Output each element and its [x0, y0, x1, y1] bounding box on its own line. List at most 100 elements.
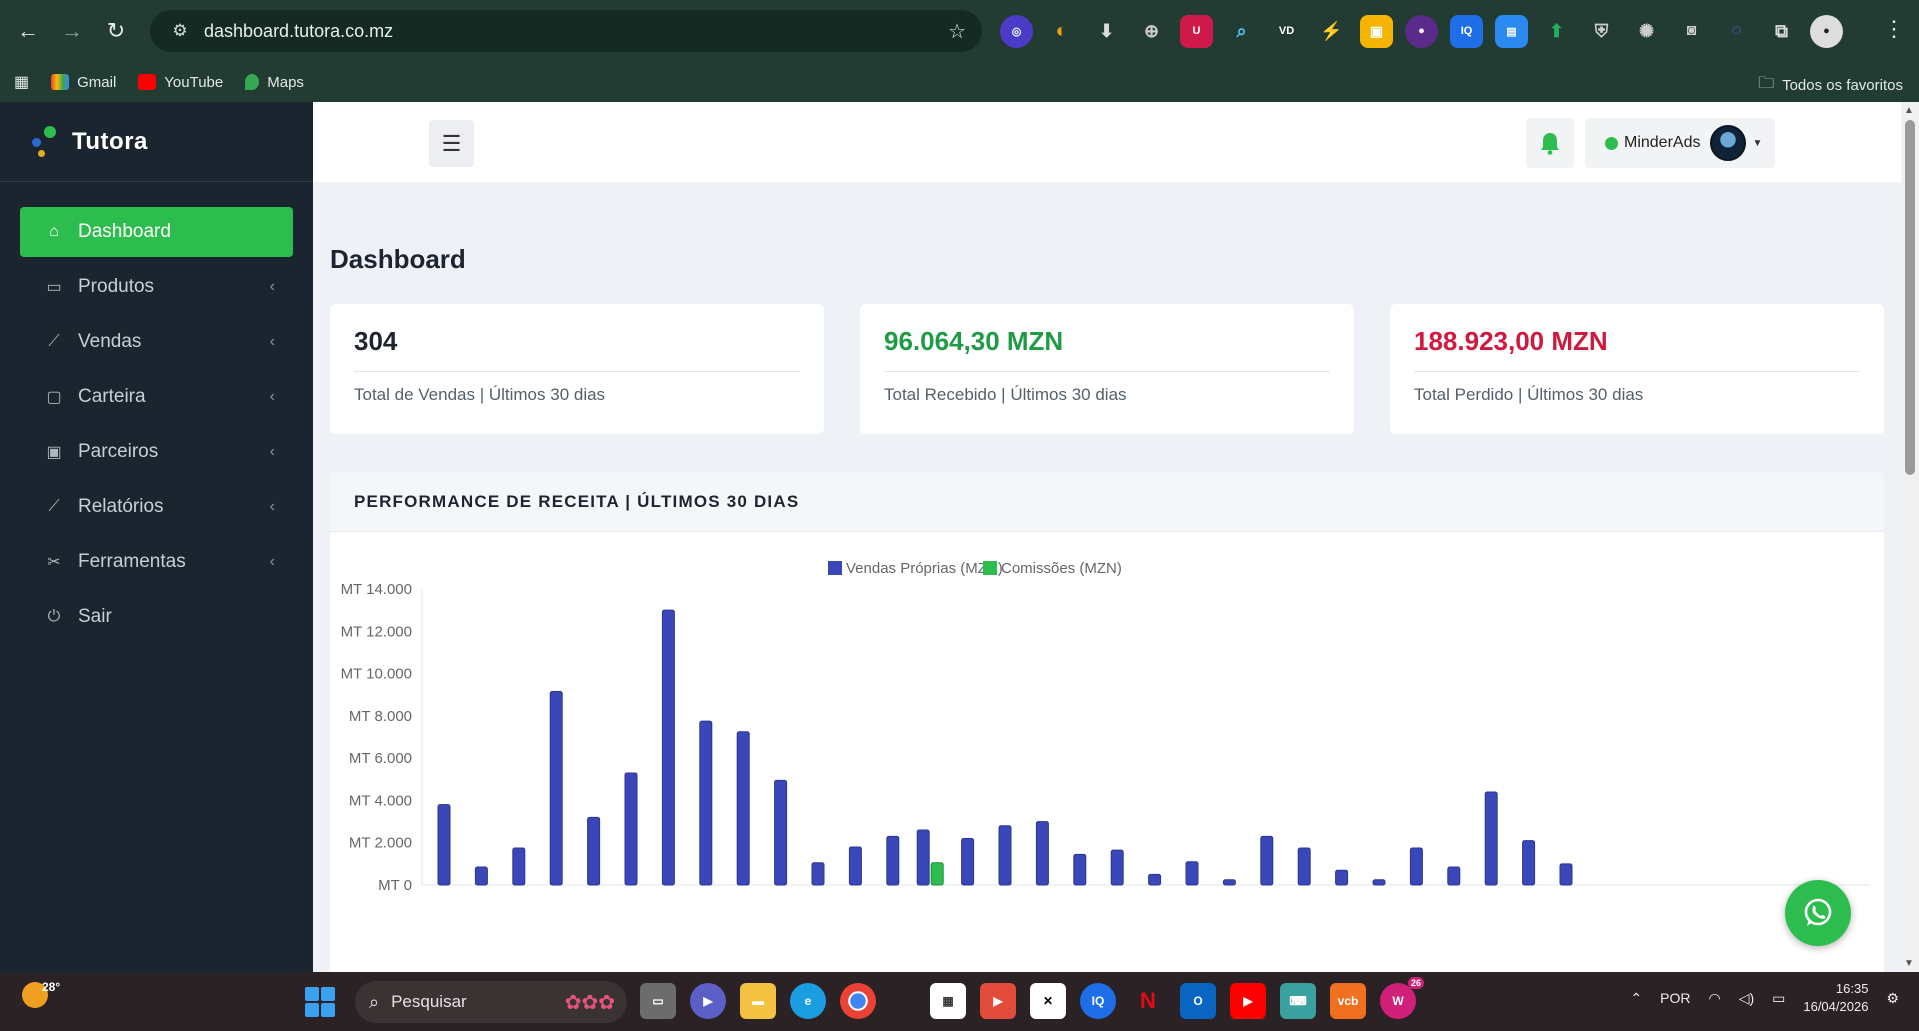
bar-vendas	[1522, 840, 1536, 886]
extension-icon[interactable]: ✺	[1630, 15, 1663, 48]
keyboard-app-icon[interactable]: ⌨	[1280, 983, 1316, 1019]
system-tray: ⌃ POR ◠ ◁) ▭ 16:35 16/04/2026 ⚙	[1630, 980, 1899, 1016]
bar-vendas	[1073, 853, 1087, 886]
forward-icon[interactable]: →	[50, 9, 94, 53]
teams-icon[interactable]: ▶	[690, 983, 726, 1019]
clock[interactable]: 16:35 16/04/2026	[1803, 980, 1868, 1016]
capcut-icon[interactable]: ✕	[1030, 983, 1066, 1019]
extension-icon[interactable]: ⛨	[1585, 15, 1618, 48]
apps-grid-icon[interactable]: ▦	[14, 72, 29, 92]
scrollbar-thumb[interactable]	[1905, 120, 1915, 475]
sidebar-item-ferramentas[interactable]: ✂ Ferramentas ‹	[20, 537, 293, 587]
wifi-icon[interactable]: ◠	[1708, 990, 1720, 1007]
extension-icon[interactable]: ▤	[1495, 14, 1528, 48]
sidebar-item-label: Vendas	[78, 331, 142, 352]
extension-icon[interactable]: ●	[1405, 14, 1438, 48]
sidebar-item-relatorios[interactable]: ⟋ Relatórios ‹	[20, 482, 293, 532]
bar-vendas	[961, 837, 975, 886]
media-player-icon[interactable]: ▶	[980, 983, 1016, 1019]
brand[interactable]: Tutora	[0, 102, 313, 182]
extension-icon[interactable]: ⌕	[1225, 15, 1258, 48]
file-explorer-icon[interactable]: ▬	[740, 983, 776, 1019]
bar-vendas	[811, 862, 825, 886]
back-icon[interactable]: ←	[6, 9, 50, 53]
bookmark-gmail[interactable]: Gmail	[51, 74, 116, 91]
main-content: ☰ MinderAds ▼ Dashboard 304 Total de Ven…	[313, 102, 1901, 972]
bookmark-star-icon[interactable]: ☆	[948, 19, 966, 44]
profile-avatar-icon[interactable]: ●	[1810, 14, 1843, 48]
chevron-left-icon: ‹	[269, 333, 275, 350]
notifications-icon[interactable]: ⚙	[1886, 990, 1899, 1007]
user-menu[interactable]: MinderAds ▼	[1585, 118, 1775, 168]
extension-icon[interactable]: ◐	[1045, 15, 1078, 48]
extension-icon[interactable]: IQ	[1450, 14, 1483, 48]
address-bar[interactable]: ⚙ dashboard.tutora.co.mz ☆	[150, 10, 982, 52]
tools-icon: ✂	[47, 554, 61, 571]
home-icon: ⌂	[49, 223, 59, 240]
extension-icon[interactable]: ⚡	[1315, 15, 1348, 48]
chrome-icon[interactable]	[840, 983, 876, 1019]
extension-icon[interactable]: ◌	[1720, 15, 1753, 48]
chevron-left-icon: ‹	[269, 278, 275, 295]
iq-icon[interactable]: IQ	[1080, 983, 1116, 1019]
chevron-up-icon[interactable]: ⌃	[1630, 990, 1642, 1007]
w-app-icon[interactable]: W 26	[1380, 977, 1424, 1019]
scroll-up-icon[interactable]: ▲	[1904, 105, 1914, 116]
scroll-down-icon[interactable]: ▼	[1904, 958, 1914, 969]
bar-vendas	[624, 772, 638, 886]
task-view-icon[interactable]: ▭	[640, 983, 676, 1019]
weather-widget[interactable]: 28°	[22, 980, 60, 1011]
netflix-icon[interactable]: N	[1130, 983, 1166, 1019]
sidebar-item-carteira[interactable]: ▢ Carteira ‹	[20, 372, 293, 422]
outlook-icon[interactable]: O	[1180, 983, 1216, 1019]
youtube-icon[interactable]: ▶	[1230, 983, 1266, 1019]
extensions-row: ◎ ◐ ⬇ ⊕ U ⌕ VD ⚡ ▣ ● IQ ▤ ⬆ ⛨ ✺ ◙ ◌ ⧉ ●	[1000, 14, 1843, 48]
extension-icon[interactable]: ◙	[1675, 15, 1708, 48]
extension-icon[interactable]: ⬇	[1090, 15, 1123, 48]
bookmark-youtube[interactable]: YouTube	[138, 74, 223, 91]
bar-vendas	[1222, 879, 1236, 886]
extension-icon[interactable]: ⬆	[1540, 15, 1573, 48]
bar-vendas	[587, 816, 601, 886]
whatsapp-button[interactable]	[1785, 880, 1851, 946]
sidebar-item-label: Relatórios	[78, 496, 164, 517]
reload-icon[interactable]: ↻	[94, 9, 138, 53]
bar-vendas	[916, 829, 930, 886]
maps-pin-icon	[245, 74, 260, 90]
sidebar-item-label: Parceiros	[78, 441, 159, 462]
sidebar-item-produtos[interactable]: ▭ Produtos ‹	[20, 262, 293, 312]
all-favorites[interactable]: 🗀 Todos os favoritos	[1758, 72, 1903, 99]
sidebar-item-label: Ferramentas	[78, 551, 186, 572]
sidebar-item-dashboard[interactable]: ⌂ Dashboard	[20, 207, 293, 257]
volume-icon[interactable]: ◁)	[1739, 990, 1754, 1007]
sidebar-item-sair[interactable]: ⏻ Sair	[20, 592, 293, 642]
extension-icon[interactable]: ▣	[1360, 14, 1393, 48]
extension-icon[interactable]: U	[1180, 14, 1213, 48]
language-indicator[interactable]: POR	[1660, 990, 1690, 1006]
taskbar-search[interactable]: ⌕ Pesquisar ✿✿✿	[355, 981, 627, 1023]
browser-menu-icon[interactable]: ⋮	[1883, 16, 1905, 42]
site-info-icon[interactable]: ⚙	[160, 21, 200, 41]
url-text[interactable]: dashboard.tutora.co.mz	[204, 21, 393, 42]
bookmark-maps[interactable]: Maps	[245, 74, 304, 91]
chevron-left-icon: ‹	[269, 498, 275, 515]
notifications-button[interactable]	[1526, 118, 1574, 168]
avatar	[1710, 125, 1747, 161]
extension-icon[interactable]: ◎	[1000, 14, 1033, 48]
hamburger-menu-icon[interactable]: ☰	[429, 120, 474, 167]
extension-icon[interactable]: VD	[1270, 15, 1303, 48]
store-icon[interactable]: ▦	[930, 983, 966, 1019]
sidebar-item-parceiros[interactable]: ▣ Parceiros ‹	[20, 427, 293, 477]
extensions-puzzle-icon[interactable]: ⧉	[1765, 15, 1798, 48]
edge-icon[interactable]: e	[790, 983, 826, 1019]
start-button[interactable]	[305, 987, 335, 1017]
page-scrollbar[interactable]: ▲ ▼	[1901, 102, 1919, 972]
bar-vendas	[549, 691, 563, 886]
bar-vendas	[699, 720, 713, 886]
battery-icon[interactable]: ▭	[1772, 990, 1785, 1007]
chevron-left-icon: ‹	[269, 443, 275, 460]
vcb-icon[interactable]: vcb	[1330, 983, 1366, 1019]
folder-icon: 🗀	[1758, 75, 1775, 92]
extension-icon[interactable]: ⊕	[1135, 15, 1168, 48]
sidebar-item-vendas[interactable]: ⟋ Vendas ‹	[20, 317, 293, 367]
